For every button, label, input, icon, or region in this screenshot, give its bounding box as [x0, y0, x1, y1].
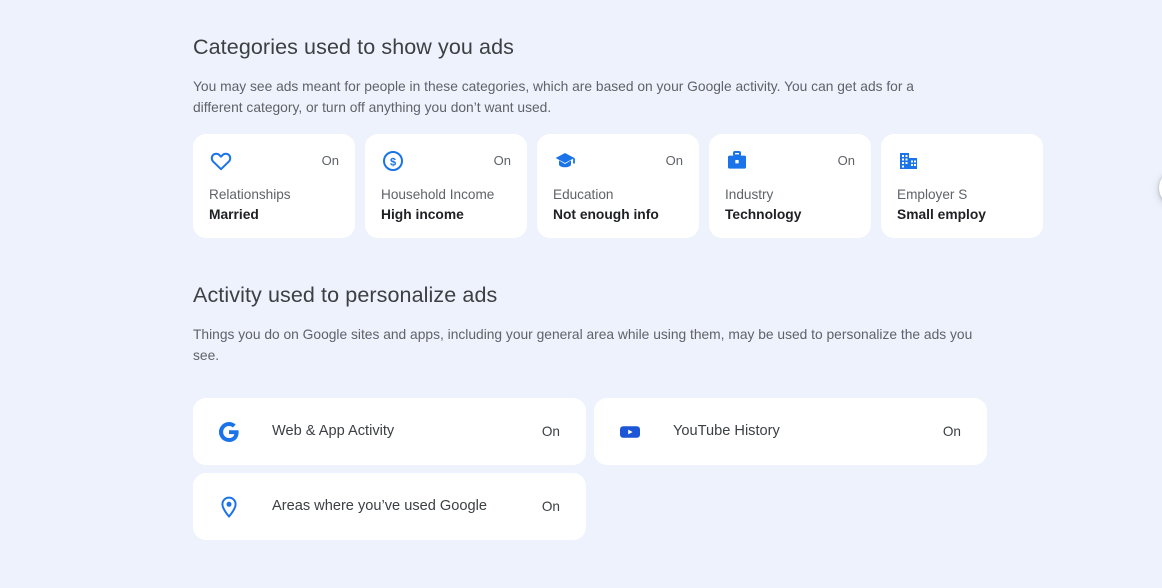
activity-row: Areas where you’ve used Google On — [193, 473, 987, 540]
category-card[interactable]: On Industry Technology — [709, 134, 871, 238]
category-value: Technology — [725, 207, 802, 222]
category-card-header: On — [209, 148, 339, 174]
category-state: On — [493, 153, 511, 168]
category-label: Household Income — [381, 187, 495, 202]
category-card[interactable]: Employer S Small employ — [881, 134, 1043, 238]
activity-card-grid: Web & App Activity On YouTube History On Are… — [193, 398, 987, 548]
category-value: Not enough info — [553, 207, 659, 222]
activity-state: On — [541, 498, 560, 514]
activity-card[interactable]: Areas where you’ve used Google On — [193, 473, 586, 540]
categories-carousel[interactable]: On Relationships Married $ On Household Incom… — [193, 134, 1043, 238]
category-label: Education — [553, 187, 614, 202]
category-card[interactable]: On Relationships Married — [193, 134, 355, 238]
activity-state: On — [942, 423, 961, 439]
activity-section-title: Activity used to personalize ads — [193, 283, 498, 307]
category-label: Employer S — [897, 187, 968, 202]
briefcase-icon — [725, 149, 749, 173]
category-state: On — [321, 153, 339, 168]
activity-section-description: Things you do on Google sites and apps, … — [193, 327, 973, 363]
category-value: High income — [381, 207, 464, 222]
category-value: Married — [209, 207, 259, 222]
activity-name: Areas where you’ve used Google — [272, 498, 487, 514]
category-card[interactable]: On Education Not enough info — [537, 134, 699, 238]
location-pin-icon — [217, 495, 241, 519]
category-card-header: On — [725, 148, 855, 174]
money-icon: $ — [381, 149, 405, 173]
school-icon — [553, 149, 577, 173]
activity-state: On — [541, 423, 560, 439]
google-g-icon — [217, 420, 241, 444]
ads-settings-page: Categories used to show you ads You may … — [193, 0, 1162, 588]
category-value: Small employ — [897, 207, 986, 222]
category-card-header: On — [553, 148, 683, 174]
category-label: Relationships — [209, 187, 291, 202]
categories-section-description: You may see ads meant for people in thes… — [193, 79, 914, 115]
activity-name: YouTube History — [673, 423, 780, 439]
building-icon — [897, 149, 921, 173]
heart-icon — [209, 149, 233, 173]
categories-section-title: Categories used to show you ads — [193, 35, 515, 59]
category-card-header: $ On — [381, 148, 511, 174]
activity-row: Web & App Activity On YouTube History On — [193, 398, 987, 465]
activity-name: Web & App Activity — [272, 423, 395, 439]
category-card[interactable]: $ On Household Income High income — [365, 134, 527, 238]
activity-card[interactable]: Web & App Activity On — [193, 398, 586, 465]
activity-card[interactable]: YouTube History On — [594, 398, 987, 465]
youtube-icon — [618, 420, 642, 444]
category-card-header — [897, 148, 1027, 174]
category-label: Industry — [725, 187, 774, 202]
category-state: On — [837, 153, 855, 168]
category-state: On — [665, 153, 683, 168]
svg-text:$: $ — [390, 156, 396, 168]
